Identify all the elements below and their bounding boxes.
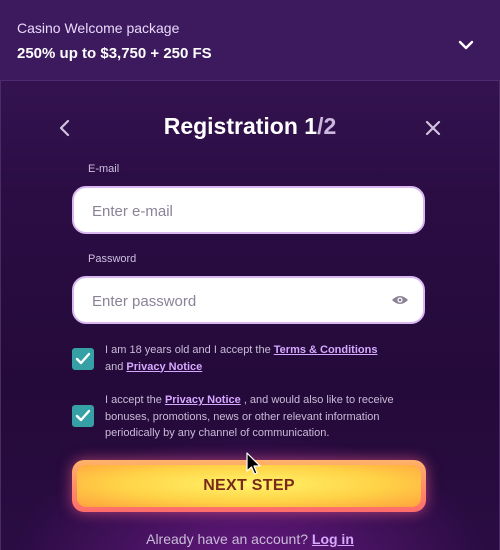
password-field[interactable] [90, 278, 384, 324]
age-terms-checkbox[interactable] [72, 348, 94, 370]
eye-icon[interactable] [391, 293, 409, 307]
welcome-package-banner[interactable]: Casino Welcome package 250% up to $3,750… [0, 0, 500, 81]
consent-text: and [105, 360, 127, 373]
password-label: Password [88, 253, 137, 265]
login-link[interactable]: Log in [312, 531, 354, 547]
title-main: Registration 1 [163, 113, 318, 139]
panel-border-left [0, 80, 1, 550]
email-label: E-mail [88, 163, 120, 175]
title-step: /2 [317, 113, 337, 139]
consent-text: I am 18 years old and I accept the [105, 344, 274, 356]
marketing-consent: I accept the Privacy Notice , and would … [105, 392, 395, 442]
password-field-box[interactable] [72, 276, 425, 324]
email-field[interactable] [90, 188, 384, 234]
close-icon[interactable] [423, 118, 443, 138]
privacy-notice-link[interactable]: Privacy Notice [126, 361, 202, 373]
promo-label: Casino Welcome package [17, 20, 180, 36]
login-prompt: Already have an account? Log in [0, 531, 500, 547]
marketing-checkbox[interactable] [72, 405, 94, 427]
login-prompt-text: Already have an account? [146, 531, 312, 547]
age-terms-consent: I am 18 years old and I accept the Terms… [105, 342, 395, 375]
consent-text: I accept the [105, 394, 165, 406]
promo-value: 250% up to $3,750 + 250 FS [17, 45, 212, 62]
privacy-notice-link[interactable]: Privacy Notice [165, 394, 241, 406]
email-field-box[interactable] [72, 186, 425, 234]
chevron-down-icon[interactable] [455, 36, 477, 54]
terms-link[interactable]: Terms & Conditions [274, 344, 378, 356]
mouse-cursor-icon [246, 452, 262, 476]
